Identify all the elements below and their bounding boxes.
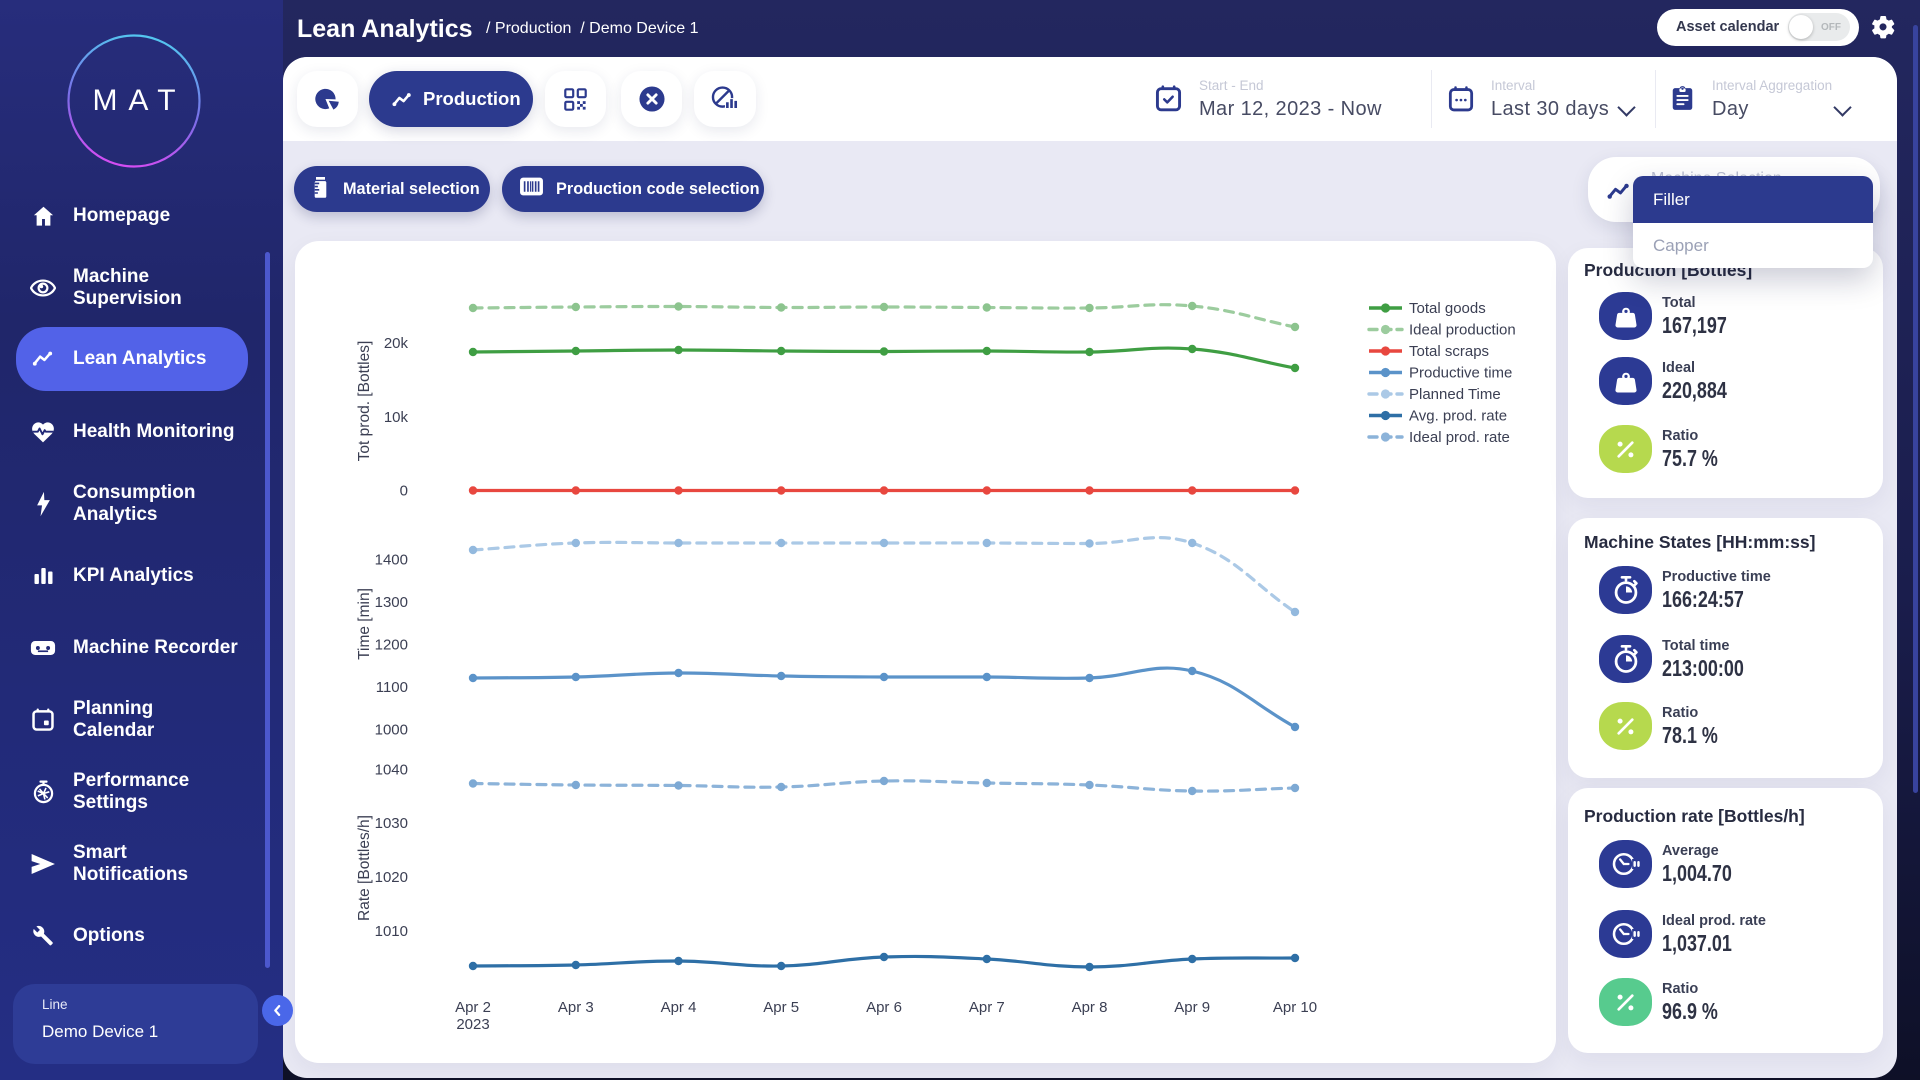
svg-text:1200: 1200 <box>375 637 408 654</box>
svg-text:1400: 1400 <box>375 552 408 569</box>
svg-text:Tot prod. [Bottles]: Tot prod. [Bottles] <box>356 341 373 462</box>
svg-text:1000: 1000 <box>375 722 408 739</box>
svg-text:Rate [Bottles/h]: Rate [Bottles/h] <box>356 815 373 921</box>
svg-text:Apr 2: Apr 2 <box>455 999 491 1016</box>
svg-text:Apr 8: Apr 8 <box>1072 999 1108 1016</box>
svg-text:Ideal prod. rate: Ideal prod. rate <box>1409 429 1510 446</box>
svg-text:Apr 6: Apr 6 <box>866 999 902 1016</box>
svg-text:1100: 1100 <box>376 679 408 696</box>
svg-text:10k: 10k <box>384 409 409 426</box>
svg-text:1030: 1030 <box>375 815 408 832</box>
svg-text:Apr 4: Apr 4 <box>661 999 697 1016</box>
svg-text:Productive time: Productive time <box>1409 365 1512 382</box>
svg-text:1300: 1300 <box>375 594 408 611</box>
svg-text:Time [min]: Time [min] <box>356 588 373 660</box>
svg-text:Avg. prod. rate: Avg. prod. rate <box>1409 408 1507 425</box>
svg-text:Ideal production: Ideal production <box>1409 322 1516 339</box>
svg-text:2023: 2023 <box>456 1016 489 1033</box>
svg-text:Apr 7: Apr 7 <box>969 999 1005 1016</box>
svg-text:Apr 5: Apr 5 <box>763 999 799 1016</box>
svg-text:1020: 1020 <box>375 869 408 886</box>
svg-text:20k: 20k <box>384 335 409 352</box>
svg-text:Total scraps: Total scraps <box>1409 343 1489 360</box>
svg-text:0: 0 <box>400 483 408 500</box>
svg-text:1010: 1010 <box>375 923 408 940</box>
svg-text:Apr 9: Apr 9 <box>1174 999 1210 1016</box>
svg-text:Planned Time: Planned Time <box>1409 386 1501 403</box>
svg-text:Apr 3: Apr 3 <box>558 999 594 1016</box>
svg-text:1040: 1040 <box>375 762 408 779</box>
svg-text:Apr 10: Apr 10 <box>1273 999 1317 1016</box>
svg-text:Total goods: Total goods <box>1409 300 1486 317</box>
